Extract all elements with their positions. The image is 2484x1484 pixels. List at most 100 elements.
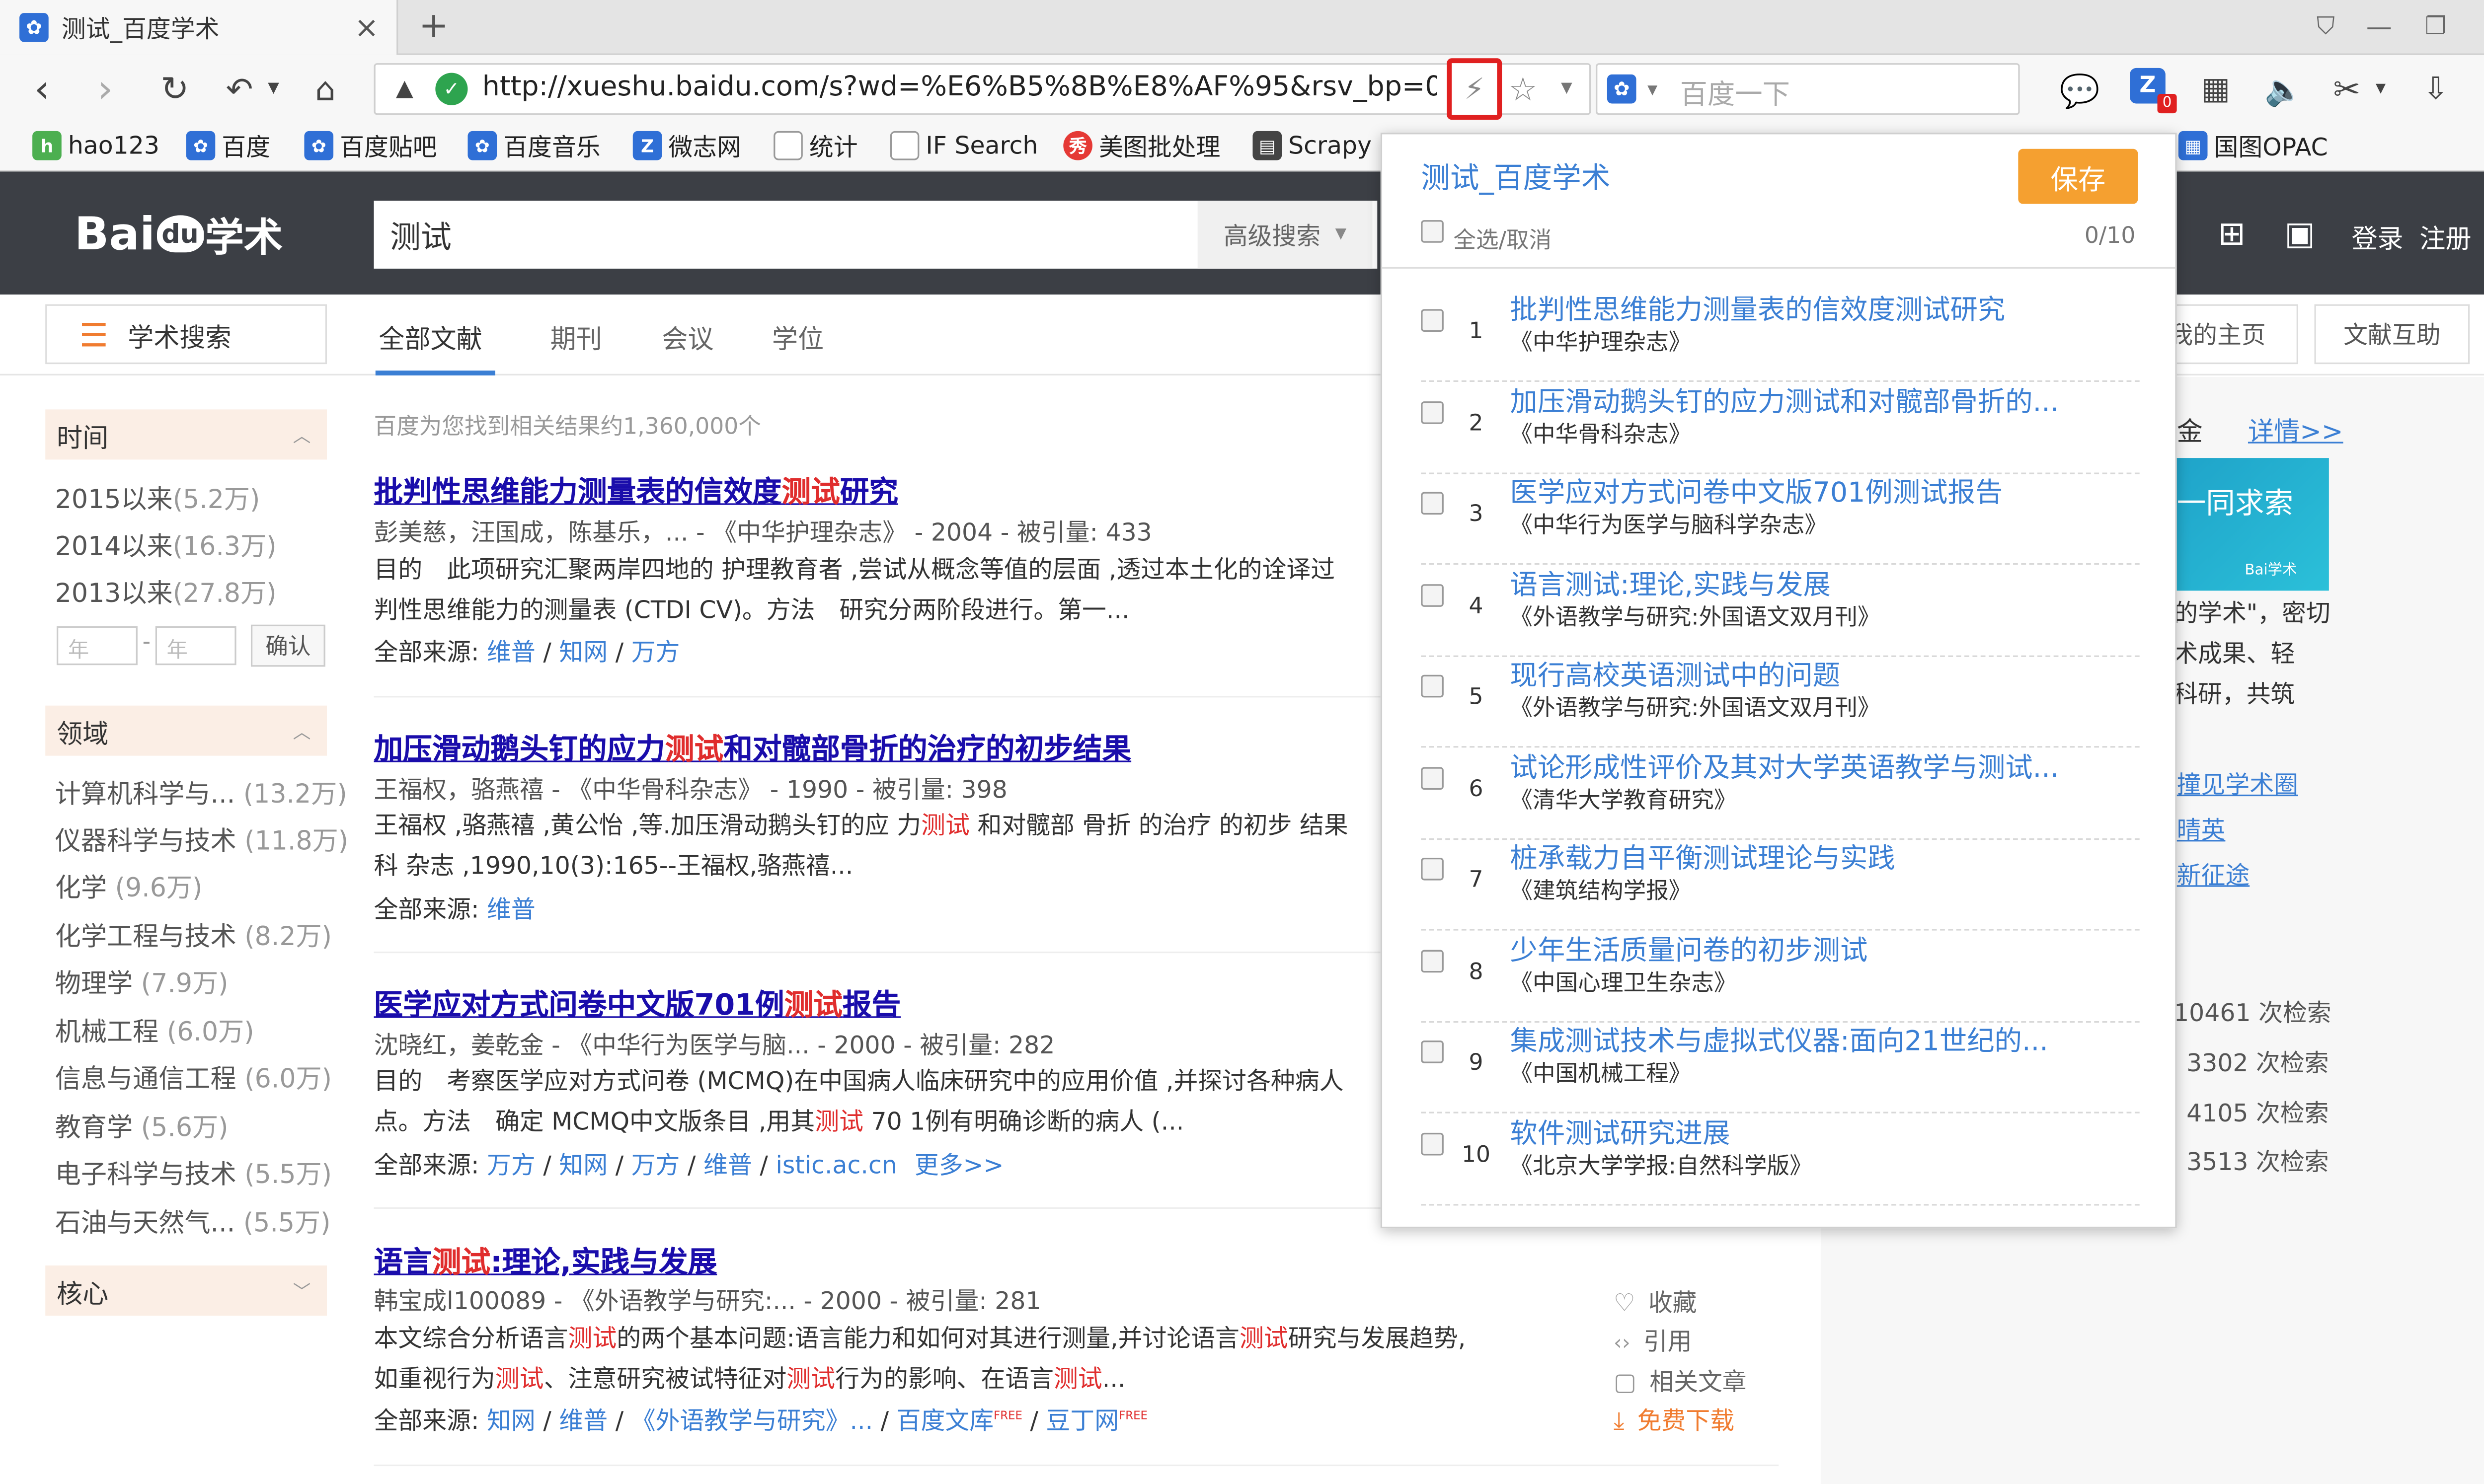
bookmark-stats[interactable]: 统计 (774, 128, 858, 163)
popup-item[interactable]: 6 试论形成性评价及其对大学英语教学与测试... 《清华大学教育研究》 (1382, 747, 2178, 840)
forward-icon[interactable]: › (86, 67, 125, 112)
url-text[interactable]: http://xueshu.baidu.com/s?wd=%E6%B5%8B%E… (482, 71, 1437, 103)
filter-field-item[interactable]: 石油与天然气... (5.5万) (55, 1201, 331, 1240)
favorite-action[interactable]: ♡ 收藏 (1614, 1285, 1697, 1319)
confirm-year-button[interactable]: 确认 (250, 624, 325, 667)
popup-item[interactable]: 5 现行高校英语测试中的问题 《外语教学与研究:外国语文双月刊》 (1382, 656, 2178, 748)
source-link[interactable]: 豆丁网 (1046, 1407, 1119, 1436)
restore-icon[interactable]: ❐ (2419, 10, 2452, 42)
filter-field-item[interactable]: 计算机科学与... (13.2万) (55, 772, 347, 811)
popup-item[interactable]: 1 批判性思维能力测量表的信效度测试研究 《中华护理杂志》 (1382, 290, 2178, 382)
doc-help-button[interactable]: 文献互助 (2314, 304, 2470, 365)
source-link[interactable]: 《外语教学与研究》... (631, 1407, 873, 1436)
tab-all-docs[interactable]: 全部文献 (379, 317, 482, 356)
details-link[interactable]: 详情>> (2248, 409, 2343, 448)
popup-item[interactable]: 3 医学应对方式问卷中文版701例测试报告 《中华行为医学与脑科学杂志》 (1382, 472, 2178, 565)
result-title[interactable]: 语言测试:理论,实践与发展 (374, 1240, 717, 1282)
apps-grid-icon[interactable]: ⊞ (2212, 214, 2251, 252)
lightning-extension-icon[interactable]: ⚡ (1447, 58, 1502, 120)
popup-item[interactable]: 4 语言测试:理论,实践与发展 《外语教学与研究:外国语文双月刊》 (1382, 565, 2178, 657)
popup-item[interactable]: 7 桩承载力自平衡测试理论与实践 《建筑结构学报》 (1382, 838, 2178, 931)
source-link[interactable]: 百度文库 (897, 1407, 994, 1436)
filter-field-item[interactable]: 电子科学与技术 (5.5万) (55, 1152, 332, 1191)
tab-conferences[interactable]: 会议 (662, 317, 713, 356)
chat-icon[interactable]: 💬 (2059, 70, 2101, 112)
popup-item[interactable]: 10 软件测试研究进展 《北京大学学报:自然科学版》 (1382, 1113, 2178, 1206)
promo-link[interactable]: 撞见学术圈 (2177, 767, 2298, 801)
search-engine-input[interactable]: 百度一下 (1680, 71, 1790, 112)
tab-close-icon[interactable]: × (354, 10, 379, 44)
bookmark-opac[interactable]: ▦ 国图OPAC (2178, 128, 2328, 163)
popup-item[interactable]: 8 少年生活质量问卷的初步测试 《中国心理卫生杂志》 (1382, 931, 2178, 1023)
tab-degrees[interactable]: 学位 (772, 317, 824, 356)
item-checkbox[interactable] (1421, 950, 1444, 973)
popup-item[interactable]: 2 加压滑动鹅头钉的应力测试和对髋部骨折的... 《中华骨科杂志》 (1382, 382, 2178, 474)
minimize-icon[interactable]: — (2363, 10, 2395, 42)
filter-time-item[interactable]: 2015以来(5.2万) (55, 477, 260, 516)
cite-action[interactable]: ‹› 引用 (1614, 1324, 1692, 1357)
browser-tab[interactable]: ✿ 测试_百度学术 × (0, 0, 398, 55)
bookmark-tieba[interactable]: ✿ 百度贴吧 (304, 128, 437, 163)
bookmark-scrapy[interactable]: ▤ Scrapy (1252, 128, 1372, 163)
item-checkbox[interactable] (1421, 674, 1444, 698)
related-action[interactable]: ▢ 相关文章 (1614, 1364, 1747, 1398)
save-button[interactable]: 保存 (2018, 148, 2138, 204)
filter-time-header[interactable]: 时间 ︿ (45, 409, 327, 460)
undo-dropdown-icon[interactable]: ▼ (264, 79, 283, 99)
free-download-action[interactable]: ⤓ 免费下载 (1614, 1403, 1734, 1437)
filter-field-item[interactable]: 仪器科学与技术 (11.8万) (55, 819, 348, 858)
back-icon[interactable]: ‹ (23, 67, 62, 112)
item-checkbox[interactable] (1421, 857, 1444, 881)
search-engine-dropdown-icon[interactable]: ▼ (1644, 81, 1661, 97)
qr-code-icon[interactable]: ▣ (2280, 214, 2319, 252)
filter-field-item[interactable]: 化学 (9.6万) (55, 866, 203, 904)
filter-field-item[interactable]: 物理学 (7.9万) (55, 961, 229, 1000)
source-link[interactable]: 维普 (703, 1151, 752, 1180)
select-all-label[interactable]: 全选/取消 (1453, 223, 1552, 256)
item-checkbox[interactable] (1421, 584, 1444, 607)
secure-check-icon[interactable]: ✓ (435, 73, 468, 105)
filter-field-item[interactable]: 信息与通信工程 (6.0万) (55, 1057, 332, 1096)
bookmark-dropdown-icon[interactable]: ▼ (1557, 79, 1576, 99)
bookmark-meitu[interactable]: 秀美图批处理 (1063, 128, 1220, 163)
source-link[interactable]: 知网 (559, 638, 608, 667)
bookmark-hao123[interactable]: h hao123 (32, 128, 159, 163)
result-title[interactable]: 医学应对方式问卷中文版701例测试报告 (374, 982, 901, 1025)
login-link[interactable]: 登录 (2351, 217, 2403, 256)
popup-item[interactable]: 9 集成测试技术与虚拟式仪器:面向21世纪的... 《中国机械工程》 (1382, 1021, 2178, 1113)
window-close-icon[interactable]: ✕ (2476, 7, 2484, 41)
filter-field-item[interactable]: 机械工程 (6.0万) (55, 1010, 254, 1048)
filter-time-item[interactable]: 2013以来(27.8万) (55, 571, 277, 610)
source-link[interactable]: 万方 (631, 638, 680, 667)
item-checkbox[interactable] (1421, 767, 1444, 790)
filter-field-item[interactable]: 教育学 (5.6万) (55, 1105, 229, 1144)
academic-search-menu[interactable]: ☰ 学术搜索 (45, 304, 327, 365)
bookmark-baidu[interactable]: ✿ 百度 (186, 128, 270, 163)
baidu-xueshu-logo[interactable]: Bai du 学术 (75, 198, 283, 269)
bookmark-if-search[interactable]: IF Search (890, 128, 1038, 163)
star-bookmark-icon[interactable]: ☆ (1505, 70, 1541, 108)
item-checkbox[interactable] (1421, 401, 1444, 424)
result-title[interactable]: 批判性思维能力测量表的信效度测试研究 (374, 469, 898, 512)
apps-grid-icon[interactable]: ▦ (2196, 70, 2235, 108)
undo-close-icon[interactable]: ↶ (220, 70, 259, 108)
source-link[interactable]: 知网 (559, 1151, 608, 1180)
promo-link[interactable]: 新征途 (2177, 858, 2250, 891)
source-link[interactable]: 维普 (559, 1407, 608, 1436)
security-mode-icon[interactable]: ▲ (388, 73, 421, 105)
select-all-checkbox[interactable] (1421, 220, 1444, 243)
advanced-search-button[interactable]: 高级搜索 ▼ (1197, 201, 1373, 269)
result-title[interactable]: 加压滑动鹅头钉的应力测试和对髋部骨折的治疗的初步结果 (374, 727, 1132, 769)
promo-link[interactable]: 晴英 (2177, 813, 2226, 846)
scissors-icon[interactable]: ✂ (2328, 70, 2366, 108)
item-checkbox[interactable] (1421, 1132, 1444, 1156)
home-icon[interactable]: ⌂ (306, 70, 345, 108)
bookmark-weizhi[interactable]: Z 微志网 (632, 128, 741, 163)
filter-field-header[interactable]: 领域 ︿ (45, 705, 327, 756)
source-link[interactable]: 维普 (487, 895, 536, 924)
register-link[interactable]: 注册 (2419, 217, 2471, 256)
promo-banner[interactable]: 一同求索 Bai学术 (2174, 458, 2329, 591)
download-icon[interactable]: ⇩ (2416, 70, 2455, 108)
filter-time-item[interactable]: 2014以来(16.3万) (55, 524, 277, 563)
item-checkbox[interactable] (1421, 1040, 1444, 1063)
